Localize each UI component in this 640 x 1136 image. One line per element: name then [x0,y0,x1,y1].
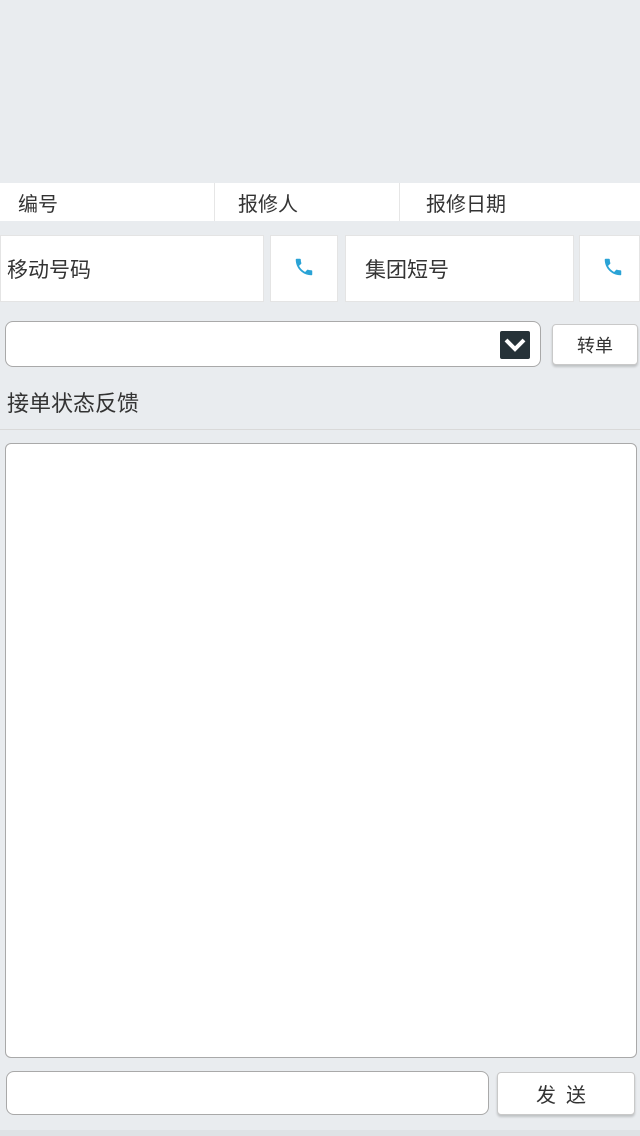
message-input[interactable] [6,1071,489,1115]
reporter-column: 报修人 [215,183,400,221]
transfer-target-select[interactable] [5,321,541,367]
phone-icon [293,256,315,282]
send-button[interactable]: 发送 [497,1072,635,1115]
call-mobile-button[interactable] [270,235,338,302]
mobile-number-label: 移动号码 [7,257,91,282]
order-number-label: 编号 [18,191,58,216]
section-divider [0,429,640,430]
report-date-label: 报修日期 [426,191,506,216]
order-info-header: 编号 报修人 报修日期 [0,183,640,221]
header-placeholder [0,0,640,183]
feedback-section-title: 接单状态反馈 [7,392,140,417]
feedback-message-area[interactable] [5,443,637,1058]
group-short-number-field: 集团短号 [345,235,574,302]
phone-icon [602,256,624,282]
work-order-page: 编号 报修人 报修日期 移动号码 集团短号 转单 接单状态反馈 发送 [0,0,640,1136]
report-date-column: 报修日期 [400,183,640,221]
group-short-number-label: 集团短号 [365,257,449,282]
contact-row: 移动号码 集团短号 [0,235,640,302]
call-group-number-button[interactable] [579,235,640,302]
reporter-label: 报修人 [238,191,298,216]
mobile-number-field: 移动号码 [0,235,264,302]
transfer-order-button[interactable]: 转单 [552,324,638,365]
order-number-column: 编号 [0,183,215,221]
bottom-bar [0,1130,640,1136]
chevron-down-icon [500,331,530,359]
